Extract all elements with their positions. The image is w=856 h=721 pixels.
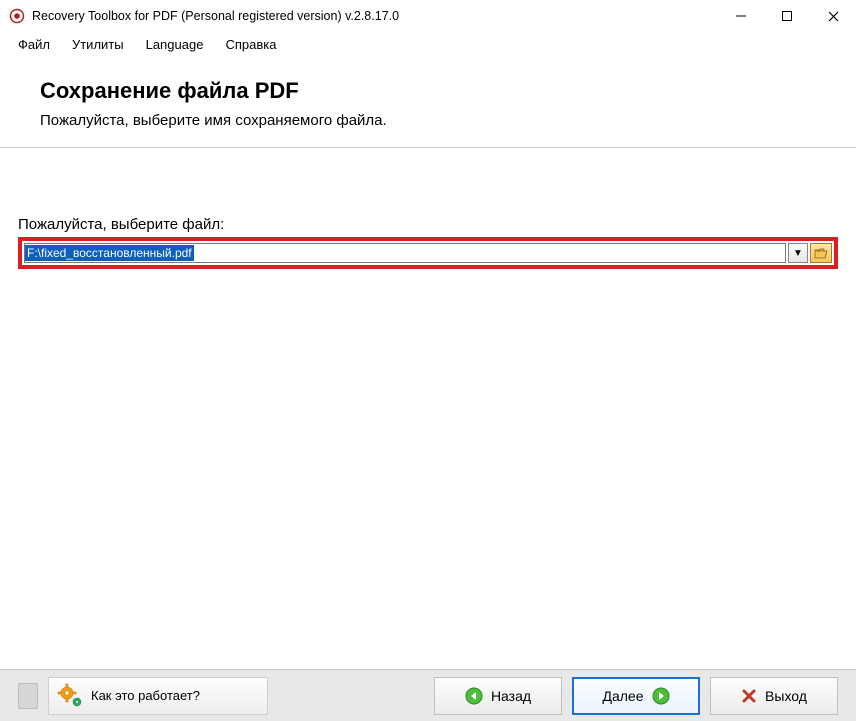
close-x-icon [741,688,757,704]
footer: Как это работает? Назад Далее Выход [0,669,856,721]
how-it-works-label: Как это работает? [91,688,200,703]
dropdown-button[interactable]: ▼ [788,243,808,263]
app-icon [8,7,26,25]
content-area: Пожалуйста, выберите файл: F:\fixed_восс… [0,148,856,669]
menu-help[interactable]: Справка [215,35,286,54]
minimize-button[interactable] [718,0,764,32]
window-buttons [718,0,856,32]
gear-icon [55,683,85,709]
folder-open-icon [814,247,828,259]
how-it-works-button[interactable]: Как это работает? [48,677,268,715]
page-subtitle: Пожалуйста, выберите имя сохраняемого фа… [40,112,816,129]
close-button[interactable] [810,0,856,32]
arrow-left-icon [465,687,483,705]
arrow-right-icon [652,687,670,705]
maximize-button[interactable] [764,0,810,32]
back-button[interactable]: Назад [434,677,562,715]
file-field-label: Пожалуйста, выберите файл: [18,216,838,233]
page-title: Сохранение файла PDF [40,78,816,104]
menu-utilities[interactable]: Утилиты [62,35,134,54]
menu-file[interactable]: Файл [8,35,60,54]
window-title: Recovery Toolbox for PDF (Personal regis… [32,9,718,23]
menu-language[interactable]: Language [136,35,214,54]
back-label: Назад [491,688,531,704]
menubar: Файл Утилиты Language Справка [0,32,856,56]
next-label: Далее [602,688,643,704]
titlebar: Recovery Toolbox for PDF (Personal regis… [0,0,856,32]
exit-label: Выход [765,688,807,704]
page-indicator-icon [18,683,38,709]
exit-button[interactable]: Выход [710,677,838,715]
page-header: Сохранение файла PDF Пожалуйста, выберит… [0,56,856,148]
next-button[interactable]: Далее [572,677,700,715]
file-path-input[interactable]: F:\fixed_восстановленный.pdf [24,243,786,263]
file-path-value: F:\fixed_восстановленный.pdf [25,245,194,261]
file-field-highlight: F:\fixed_восстановленный.pdf ▼ [18,237,838,269]
browse-button[interactable] [810,243,832,263]
chevron-down-icon: ▼ [793,248,803,259]
